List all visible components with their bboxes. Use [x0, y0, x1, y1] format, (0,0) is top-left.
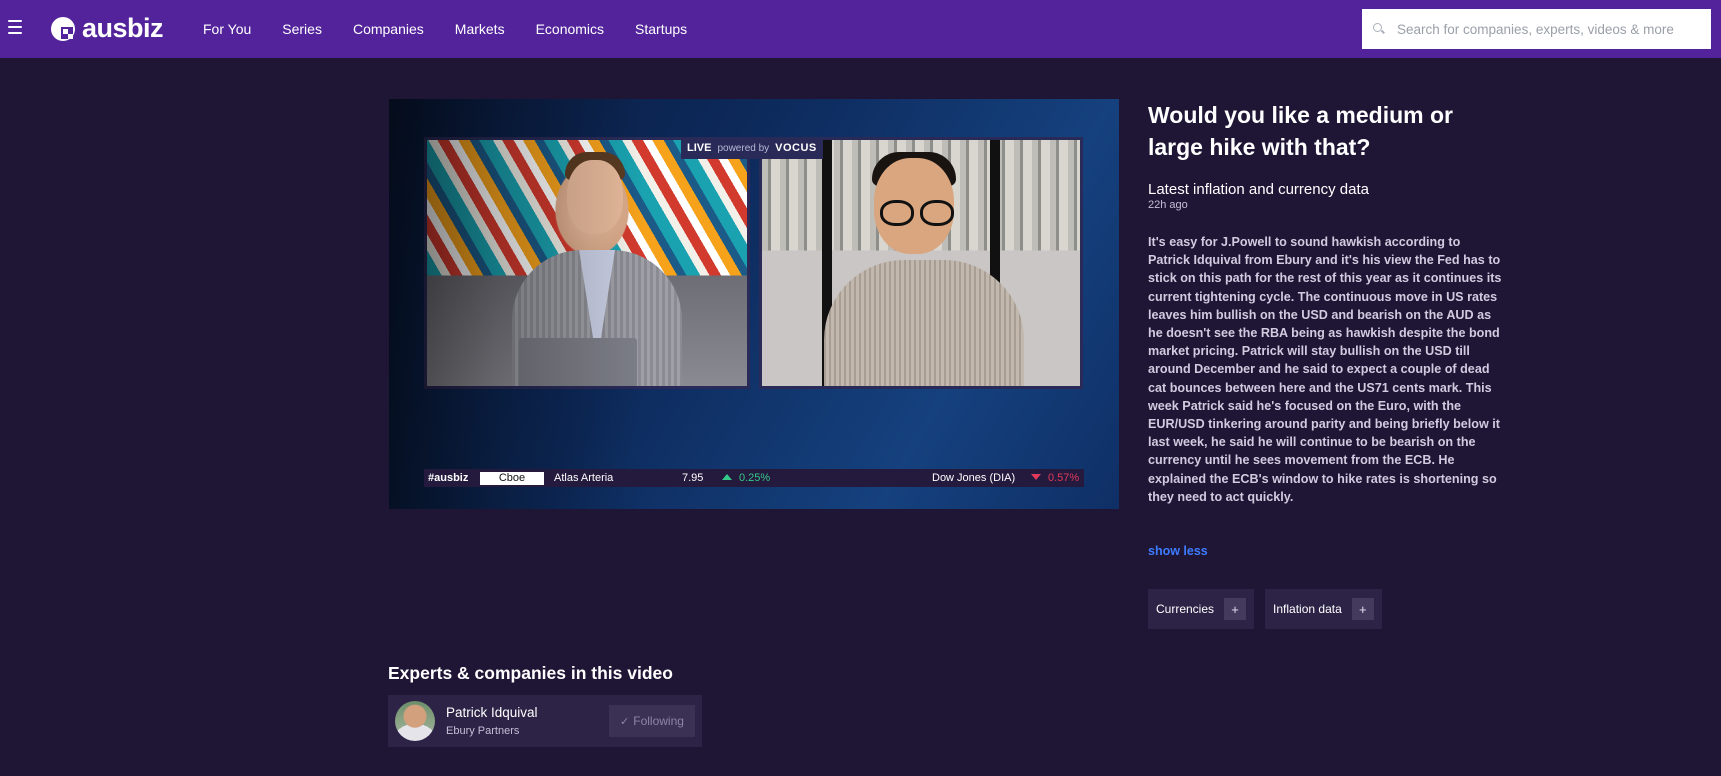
live-badge: LIVE powered by VOCUS	[681, 137, 823, 159]
logo-text: ausbiz	[82, 12, 164, 43]
following-button[interactable]: ✓ Following	[609, 705, 695, 737]
avatar[interactable]	[395, 701, 435, 741]
following-label: Following	[633, 714, 684, 728]
expert-name[interactable]: Patrick Idquival	[446, 705, 538, 720]
logo-mark-icon	[51, 15, 77, 41]
nav-companies[interactable]: Companies	[353, 21, 424, 37]
search-box[interactable]	[1362, 9, 1711, 49]
top-navigation-bar: ausbiz For You Series Companies Markets …	[0, 0, 1721, 58]
video-description: It's easy for J.Powell to sound hawkish …	[1148, 235, 1502, 504]
plus-icon[interactable]: +	[1224, 598, 1247, 620]
check-icon: ✓	[620, 715, 630, 728]
video-player[interactable]: LIVE powered by VOCUS #ausbiz Cboe Atlas…	[389, 99, 1119, 509]
topic-tags: Currencies + Inflation data +	[1148, 589, 1382, 629]
ticker-stock-price: 7.95	[682, 472, 704, 484]
nav-startups[interactable]: Startups	[635, 21, 687, 37]
nav-series[interactable]: Series	[282, 21, 322, 37]
market-ticker: #ausbiz Cboe Atlas Arteria 7.95 0.25% Do…	[424, 469, 1084, 487]
experts-heading: Experts & companies in this video	[388, 663, 673, 683]
ticker-exchange-logo: Cboe	[480, 471, 544, 485]
video-title: Would you like a medium or large hike wi…	[1148, 102, 1454, 160]
main-nav: For You Series Companies Markets Economi…	[203, 0, 718, 58]
nav-markets[interactable]: Markets	[455, 21, 505, 37]
show-less-link[interactable]: show less	[1148, 544, 1208, 558]
tag-label: Inflation data	[1273, 602, 1342, 616]
video-subtitle: Latest inflation and currency data	[1148, 181, 1369, 198]
nav-for-you[interactable]: For You	[203, 21, 251, 37]
ticker-stock-name: Atlas Arteria	[554, 472, 614, 484]
live-label: LIVE	[687, 142, 712, 154]
powered-by-label: powered by	[717, 142, 770, 154]
menu-icon[interactable]	[8, 20, 22, 34]
plus-icon[interactable]: +	[1351, 598, 1374, 620]
sponsor-logo: VOCUS	[775, 142, 817, 154]
ticker-index-name: Dow Jones (DIA)	[932, 472, 1016, 484]
expert-company: Ebury Partners	[446, 725, 520, 737]
nav-economics[interactable]: Economics	[536, 21, 604, 37]
ticker-stock-change: 0.25%	[722, 472, 932, 484]
search-icon	[1373, 23, 1385, 35]
video-timestamp: 22h ago	[1148, 199, 1188, 211]
ticker-index-change: 0.57%	[1031, 472, 1079, 484]
tag-label: Currencies	[1156, 602, 1215, 616]
ausbiz-logo[interactable]: ausbiz	[51, 12, 164, 43]
tag-inflation-data[interactable]: Inflation data +	[1265, 589, 1382, 629]
search-input[interactable]	[1397, 21, 1697, 37]
tag-currencies[interactable]: Currencies +	[1148, 589, 1255, 629]
expert-card[interactable]: Patrick Idquival Ebury Partners ✓ Follow…	[388, 695, 702, 747]
ticker-brand: #ausbiz	[428, 472, 469, 484]
